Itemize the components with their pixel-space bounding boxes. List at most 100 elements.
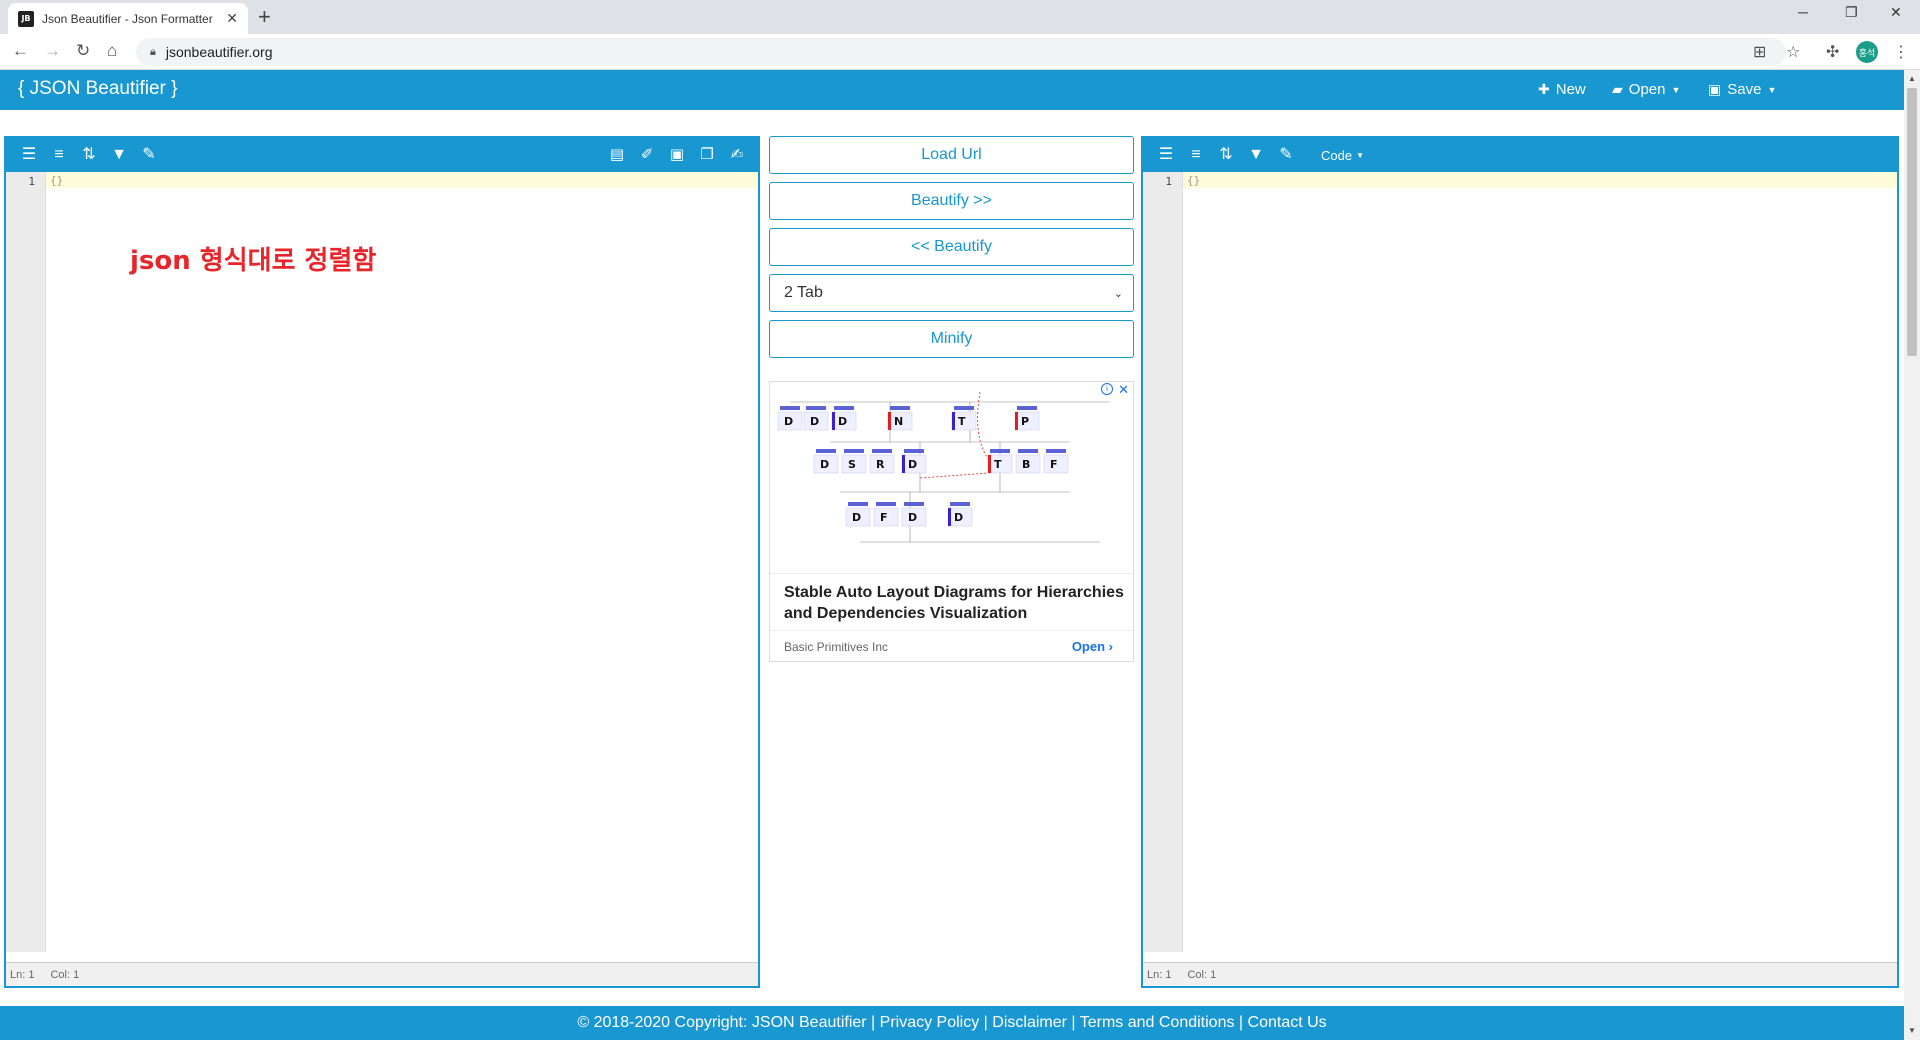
load-url-button[interactable]: Load Url [769, 136, 1134, 174]
home-icon[interactable]: ⌂ [107, 42, 117, 60]
browser-tab[interactable]: JB Json Beautifier - Json Formatter ✕ [8, 3, 248, 34]
input-editor-toolbar: ☰ ≡ ⇅ ▼ ✎ ▤ ✐ ▣ ❐ ✍ [6, 138, 758, 172]
plus-icon: ✚ [1538, 81, 1550, 97]
tab-close-icon[interactable]: ✕ [226, 10, 238, 27]
ad-diagram-node-letter: D [908, 458, 917, 471]
scroll-down-icon[interactable]: ▼ [1908, 1026, 1916, 1035]
beautify-left-button[interactable]: << Beautify [769, 228, 1134, 266]
ad-diagram-node-letter: T [994, 458, 1002, 471]
translate-icon[interactable]: ⊞ [1753, 42, 1766, 62]
sort-icon[interactable]: ⇅ [74, 147, 104, 163]
chevron-down-icon: ⌄ [1113, 287, 1123, 300]
output-editor-toolbar: ☰ ≡ ⇅ ▼ ✎ Code ▼ [1143, 138, 1897, 172]
mode-menu-label: Code [1321, 147, 1353, 163]
footer-link-terms[interactable]: Terms and Conditions [1080, 1014, 1235, 1031]
site-favicon-icon: JB [18, 10, 34, 27]
ad-diagram-node-letter: P [1021, 415, 1029, 428]
ad-diagram-node-letter: F [1050, 458, 1058, 471]
status-column: Col: 1 [1187, 968, 1217, 981]
line-number: 1 [28, 175, 35, 188]
footer-link-contact[interactable]: Contact Us [1248, 1014, 1327, 1031]
beautify-right-button[interactable]: Beautify >> [769, 182, 1134, 220]
compact-icon[interactable]: ≡ [1181, 147, 1211, 163]
footer-link-privacy[interactable]: Privacy Policy [880, 1014, 980, 1031]
controls-panel: Load Url Beautify >> << Beautify 2 Tab ⌄… [769, 136, 1134, 366]
mode-menu[interactable]: Code ▼ [1321, 148, 1364, 163]
filter-icon[interactable]: ▼ [104, 147, 134, 163]
output-editor[interactable]: ☰ ≡ ⇅ ▼ ✎ Code ▼ 1 {} Ln: 1 Col: 1 [1141, 136, 1899, 988]
ad-open-button[interactable]: Open › [1072, 639, 1113, 654]
reload-icon[interactable]: ↻ [76, 42, 90, 60]
line-number: 1 [1165, 175, 1172, 188]
window-close-icon[interactable]: ✕ [1890, 4, 1902, 21]
filter-icon[interactable]: ▼ [1241, 147, 1271, 163]
new-tab-icon[interactable]: + [258, 6, 271, 28]
open-button[interactable]: ▰ Open ▼ [1612, 81, 1680, 98]
ad-diagram-node: F [1043, 449, 1069, 474]
wrench-icon[interactable]: ✎ [134, 147, 164, 163]
scroll-up-icon[interactable]: ▲ [1908, 74, 1916, 83]
ad-open-label: Open [1071, 639, 1106, 654]
active-line-highlight [1183, 172, 1897, 188]
profile-avatar[interactable]: 홍석 [1856, 41, 1878, 63]
ad-diagram-node: S [841, 449, 867, 474]
ad-diagram-node-letter: D [852, 511, 861, 524]
footer-copyright[interactable]: © 2018-2020 Copyright: JSON Beautifier [577, 1014, 866, 1031]
restore-icon[interactable]: ❐ [1845, 4, 1858, 21]
ad-diagram-node-letter: S [848, 458, 856, 471]
address-bar[interactable]: 🔒︎ jsonbeautifier.org [136, 38, 1786, 66]
browser-tab-strip: JB Json Beautifier - Json Formatter ✕ + … [0, 0, 1920, 34]
ad-diagram-node: D [845, 502, 871, 527]
status-line: Ln: 1 [1147, 968, 1172, 981]
edit-icon[interactable]: ✍ [722, 147, 752, 163]
back-icon[interactable]: ← [12, 42, 29, 60]
compact-icon[interactable]: ≡ [44, 147, 74, 163]
save-file-icon[interactable]: ▣ [662, 147, 692, 163]
ad-diagram-node-letter: D [810, 415, 819, 428]
editor-content[interactable]: {} [1187, 174, 1200, 187]
extensions-icon[interactable]: ✣ [1826, 42, 1839, 62]
ad-footer: Basic Primitives Inc Open › [770, 630, 1133, 662]
bookmark-star-icon[interactable]: ☆ [1786, 42, 1800, 62]
ad-diagram-node-letter: D [908, 511, 917, 524]
page-scrollbar[interactable]: ▲ ▼ [1904, 70, 1920, 1040]
status-column: Col: 1 [50, 968, 80, 981]
caret-down-icon: ▼ [1356, 150, 1364, 160]
ad-diagram-node: D [947, 502, 973, 527]
open-file-icon[interactable]: ▤ [602, 147, 632, 163]
scrollbar-thumb[interactable] [1907, 88, 1917, 356]
lock-icon: 🔒︎ [150, 45, 156, 58]
ad-image[interactable]: D D D N T P D S R D T B F D F D D [770, 382, 1133, 574]
forward-icon[interactable]: → [44, 42, 61, 60]
new-button[interactable]: ✚ New [1538, 81, 1586, 98]
copy-icon[interactable]: ❐ [692, 147, 722, 163]
wrench-icon[interactable]: ✎ [1271, 147, 1301, 163]
format-indent-icon[interactable]: ☰ [14, 147, 44, 163]
caret-down-icon: ▼ [1671, 84, 1681, 95]
indent-select[interactable]: 2 Tab ⌄ [769, 274, 1134, 312]
caret-down-icon: ▼ [1767, 84, 1777, 95]
ad-diagram-node-letter: B [1022, 458, 1030, 471]
browser-menu-icon[interactable]: ⋮ [1893, 42, 1909, 62]
footer-link-disclaimer[interactable]: Disclaimer [992, 1014, 1067, 1031]
minify-button[interactable]: Minify [769, 320, 1134, 358]
format-indent-icon[interactable]: ☰ [1151, 147, 1181, 163]
app-brand[interactable]: { JSON Beautifier } [18, 78, 177, 100]
ad-close-icon[interactable]: ✕ [1118, 382, 1129, 398]
ad-diagram-node: T [951, 406, 977, 431]
minimize-icon[interactable]: ─ [1798, 4, 1808, 20]
ad-diagram-node-letter: D [820, 458, 829, 471]
ad-diagram-node: F [873, 502, 899, 527]
tab-title: Json Beautifier - Json Formatter [42, 11, 213, 26]
editor-content[interactable]: {} [50, 174, 63, 187]
ad-info-icon[interactable]: i [1101, 383, 1113, 395]
address-url: jsonbeautifier.org [165, 44, 273, 60]
sort-icon[interactable]: ⇅ [1211, 147, 1241, 163]
clear-brush-icon[interactable]: ✐ [632, 147, 662, 163]
ad-diagram-node-letter: D [784, 415, 793, 428]
input-editor[interactable]: ☰ ≡ ⇅ ▼ ✎ ▤ ✐ ▣ ❐ ✍ 1 {} Ln: 1 Col: 1 [4, 136, 760, 988]
save-button[interactable]: ▣ Save ▼ [1708, 81, 1776, 98]
active-line-highlight [46, 172, 758, 188]
advertisement[interactable]: D D D N T P D S R D T B F D F D D i ✕ Stable Auto Layout… [769, 381, 1134, 662]
ad-title[interactable]: Stable Auto Layout Diagrams for Hierarch… [784, 582, 1124, 624]
